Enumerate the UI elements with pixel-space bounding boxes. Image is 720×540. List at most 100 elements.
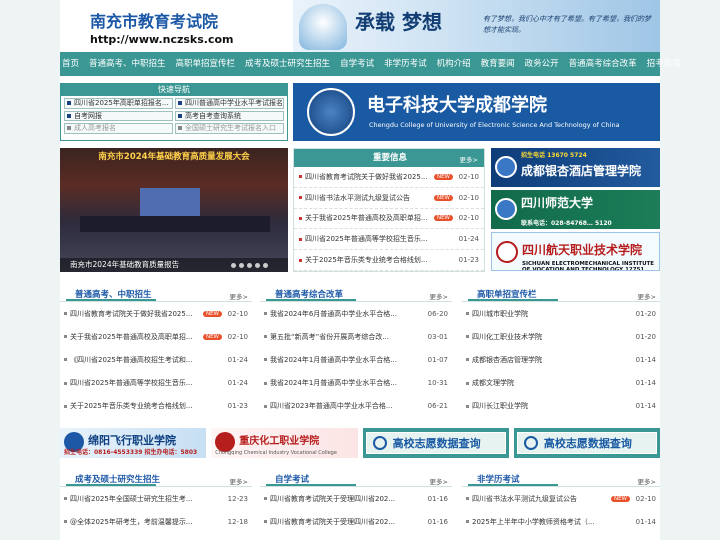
list-item[interactable]: 《四川省2025年普通高校招生考试和... 01-24 [60,348,252,371]
important-news-title: 重要信息 [372,153,407,163]
bullet-icon [466,520,469,524]
list-item[interactable]: 2025年上半年中小学教师资格考试（... 01-14 [462,510,660,533]
ad-strip: 绵阳飞行职业学院 招生电话：0816-4553339 招生办电话：5803 重庆… [60,428,660,458]
bullet-icon [299,216,302,220]
list-item[interactable]: @全体2025年研考生，考前温馨提示... 12-18 [60,510,252,533]
more-link[interactable]: 更多> [230,476,248,486]
volunteer-query-button[interactable]: 高校志愿数据查询 [362,428,509,458]
nav-gaokao[interactable]: 普通高考、中职招生 [84,52,171,76]
slide-dot[interactable] [263,263,268,268]
bullet-icon [64,312,67,316]
list-item[interactable]: 四川长江职业学院 01-14 [462,395,660,418]
college-banner-ad[interactable]: 电子科技大学成都学院 Chengdu College of University… [293,83,660,141]
ad-sicnu[interactable]: 四川师范大学 联系电话：028-84768… 5120 [491,190,660,229]
bullet-icon [64,381,67,385]
list-item[interactable]: 关于我省2025年普通高校及高职单招... NEW 02-10 [60,325,252,348]
bullet-icon [264,358,267,362]
more-link[interactable]: 更多> [460,154,478,164]
bullet-icon [299,175,302,179]
quick-link-zikao[interactable]: 自考网报 [64,110,173,121]
photo-slideshow[interactable]: 南充市2024年基础教育高质量发展大会 南充市2024年基础教育质量报告 [60,148,288,272]
quick-link-gaozhi[interactable]: 四川省2025年高职单招报名... [64,98,173,109]
slide-dot[interactable] [231,263,236,268]
list-item[interactable]: 四川省教育考试院关于做好我省2025... NEW 02-10 [60,302,252,325]
list-item[interactable]: 四川省2025年全国硕士研究生招生考... 12-23 [60,487,252,510]
ad-yinxing[interactable]: 招生电话 13670 5724 成都银杏酒店管理学院 [491,148,660,187]
news-item[interactable]: 四川省教育考试院关于做好我省2025... NEW 02-10 [294,167,484,188]
nav-home[interactable]: 首页 [60,52,84,76]
search-icon [523,436,538,450]
ad-hangtian[interactable]: 四川航天职业技术学院 SICHUAN ELECTROMECHANICAL INS… [491,232,660,271]
quick-link-query[interactable]: 高考自考查询系统 [175,110,284,121]
panel-gaozhi: 高职单招宣传栏 更多> 四川城市职业学院 01-20 四川化工职业技术学院 01-20… [462,280,660,418]
bullet-icon [299,258,302,262]
more-link[interactable]: 更多> [638,476,656,486]
quick-link-xueye[interactable]: 四川普通高中学业水平考试报名... [175,98,284,109]
header: 南充市教育考试院 http://www.nczsks.com 承载 梦想 有了梦… [60,0,660,52]
bullet-icon [466,358,469,362]
square-icon [67,126,71,131]
news-item[interactable]: 关于2025年音乐类专业统考合格线划... 01-23 [294,250,484,271]
bullet-icon [264,381,267,385]
more-link[interactable]: 更多> [430,476,448,486]
list-item[interactable]: 四川省2023年普通高中学业水平合格... 06-21 [260,395,452,418]
bullet-icon [466,312,469,316]
list-item[interactable]: 我省2024年1月普通高中学业水平合格... 10-31 [260,372,452,395]
bullet-icon [466,497,469,501]
list-item[interactable]: 成都银杏酒店管理学院 01-14 [462,348,660,371]
panel-chengkao: 成考及硕士研究生招生 更多> 四川省2025年全国硕士研究生招生考... 12-23… [60,465,252,533]
list-item[interactable]: 四川省教育考试院关于受理四川省202... 01-16 [260,510,452,533]
list-item[interactable]: 我省2024年6月普通高中学业水平合格... 06-20 [260,302,452,325]
nav-gaozhi[interactable]: 高职单招宣传栏 [171,52,241,76]
site-logo[interactable]: 南充市教育考试院 http://www.nczsks.com [60,0,292,52]
slide-dot[interactable] [247,263,252,268]
nav-gaige[interactable]: 普通高考综合改革 [564,52,642,76]
nav-chengkao[interactable]: 成考及硕士研究生招生 [240,52,335,76]
more-link[interactable]: 更多> [230,291,248,301]
nav-feixueli[interactable]: 非学历考试 [379,52,432,76]
slide-dot[interactable] [239,263,244,268]
panel-zikao: 自学考试 更多> 四川省教育考试院关于受理四川省202... 01-16 四川省教育… [260,465,452,533]
college-emblem-icon [495,198,517,220]
bullet-icon [264,497,267,501]
list-item[interactable]: 第五批“新高考”省份开展高考综合改... 03-01 [260,325,452,348]
ad-mianyang-flight[interactable]: 绵阳飞行职业学院 招生电话：0816-4553339 招生办电话：5803 [60,428,207,458]
nav-zikao[interactable]: 自学考试 [335,52,379,76]
news-item[interactable]: 关于我省2025年普通高校及高职单招... NEW 02-10 [294,209,484,230]
nav-news[interactable]: 招考新闻 [642,52,686,76]
list-item[interactable]: 关于2025年音乐类专业统考合格线划... 01-23 [60,395,252,418]
panel-feixueli: 非学历考试 更多> 四川省书法水平测试九级复试公告 NEW 02-10 2025年上半… [462,465,660,533]
new-badge: NEW [433,194,453,201]
news-item[interactable]: 四川省书法水平测试九级复试公告 NEW 02-10 [294,188,484,209]
nav-zhengwu[interactable]: 政务公开 [520,52,564,76]
panel-gaokao: 普通高考、中职招生 更多> 四川省教育考试院关于做好我省2025... NEW 02-… [60,280,252,418]
college-english-name: Chengdu College of University of Electro… [369,121,620,129]
quick-nav-title: 快速导航 [61,84,287,96]
more-link[interactable]: 更多> [430,291,448,301]
slide-screen-image [140,188,200,218]
bullet-icon [64,520,67,524]
bullet-icon [264,312,267,316]
list-item[interactable]: 四川城市职业学院 01-20 [462,302,660,325]
list-item[interactable]: 四川省教育考试院关于受理四川省202... 01-16 [260,487,452,510]
new-badge: NEW [202,333,222,340]
more-link[interactable]: 更多> [638,291,656,301]
news-item[interactable]: 四川省2025年普通高等学校招生音乐... 01-24 [294,229,484,251]
list-item[interactable]: 四川省书法水平测试九级复试公告 NEW 02-10 [462,487,660,510]
new-badge: NEW [202,310,222,317]
important-news: 重要信息 更多> 四川省教育考试院关于做好我省2025... NEW 02-10 四… [293,148,485,272]
nav-jigou[interactable]: 机构介绍 [432,52,476,76]
bullet-icon [264,335,267,339]
nav-yaowen[interactable]: 教育要闻 [476,52,520,76]
list-item[interactable]: 四川化工职业技术学院 01-20 [462,325,660,348]
slide-dot[interactable] [255,263,260,268]
square-icon [178,101,182,106]
list-item[interactable]: 四川省2025年普通高等学校招生音乐... 01-24 [60,372,252,395]
bullet-icon [64,358,67,362]
list-item[interactable]: 我省2024年1月普通高中学业水平合格... 01-07 [260,348,452,371]
list-item[interactable]: 成都文理学院 01-14 [462,372,660,395]
ad-chongqing-chemical[interactable]: 重庆化工职业学院 Chongqing Chemical Industry Voc… [211,428,358,458]
volunteer-query-button-2[interactable]: 高校志愿数据查询 [513,428,660,458]
quick-link-chengkao[interactable]: 成人高考报名 [64,123,173,134]
quick-link-yankao[interactable]: 全国硕士研究生考试报名入口 [175,123,284,134]
